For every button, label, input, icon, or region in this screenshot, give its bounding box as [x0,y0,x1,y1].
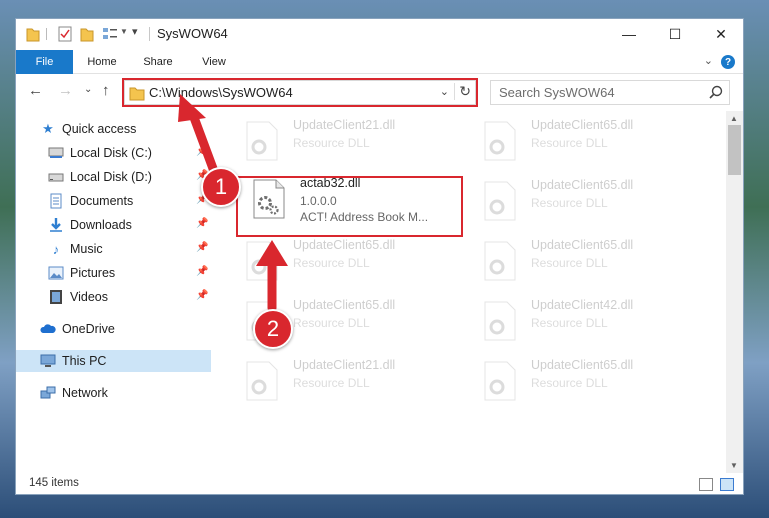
callout-arrows [178,94,288,313]
callout-badge-1: 1 [201,167,241,207]
arrow-1-head [178,94,206,122]
arrow-2-head [256,240,288,266]
callout-badge-2: 2 [253,309,293,349]
